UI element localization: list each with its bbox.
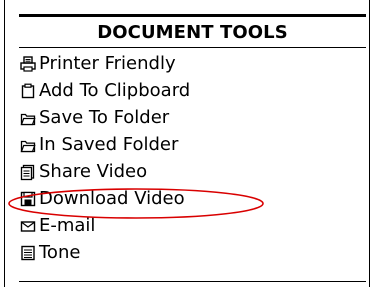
tool-label-printer-friendly: Printer Friendly — [39, 52, 176, 74]
tool-item-save-to-folder[interactable]: Save To Folder — [19, 104, 190, 131]
clipboard-icon — [19, 82, 37, 100]
panel-top-rule — [19, 14, 366, 17]
folder-save-icon — [19, 109, 37, 127]
tool-item-email[interactable]: E-mail — [19, 212, 190, 239]
document-lines-icon — [19, 244, 37, 262]
tool-label-tone: Tone — [39, 241, 81, 263]
floppy-disk-icon — [19, 190, 37, 208]
tool-item-in-saved-folder[interactable]: In Saved Folder — [19, 131, 190, 158]
tool-label-download-video: Download Video — [39, 187, 185, 209]
document-tools-panel: DOCUMENT TOOLS Printer Friendly Add To C… — [4, 0, 370, 287]
tool-label-email: E-mail — [39, 214, 96, 236]
tool-list: Printer Friendly Add To Clipboard Save T… — [19, 50, 190, 266]
panel-title: DOCUMENT TOOLS — [97, 22, 288, 43]
tool-item-tone[interactable]: Tone — [19, 239, 190, 266]
tool-item-share-video[interactable]: Share Video — [19, 158, 190, 185]
tool-label-save-to-folder: Save To Folder — [39, 106, 170, 128]
folder-open-icon — [19, 136, 37, 154]
tool-item-add-to-clipboard[interactable]: Add To Clipboard — [19, 77, 190, 104]
panel-bottom-rule — [19, 281, 366, 282]
tool-label-share-video: Share Video — [39, 160, 148, 182]
share-video-icon — [19, 163, 37, 181]
tool-label-in-saved-folder: In Saved Folder — [39, 133, 179, 155]
panel-title-rule — [19, 47, 366, 48]
tool-item-download-video[interactable]: Download Video — [19, 185, 190, 212]
envelope-icon — [19, 217, 37, 235]
printer-icon — [19, 55, 37, 73]
tool-item-printer-friendly[interactable]: Printer Friendly — [19, 50, 190, 77]
tool-label-add-to-clipboard: Add To Clipboard — [39, 79, 191, 101]
